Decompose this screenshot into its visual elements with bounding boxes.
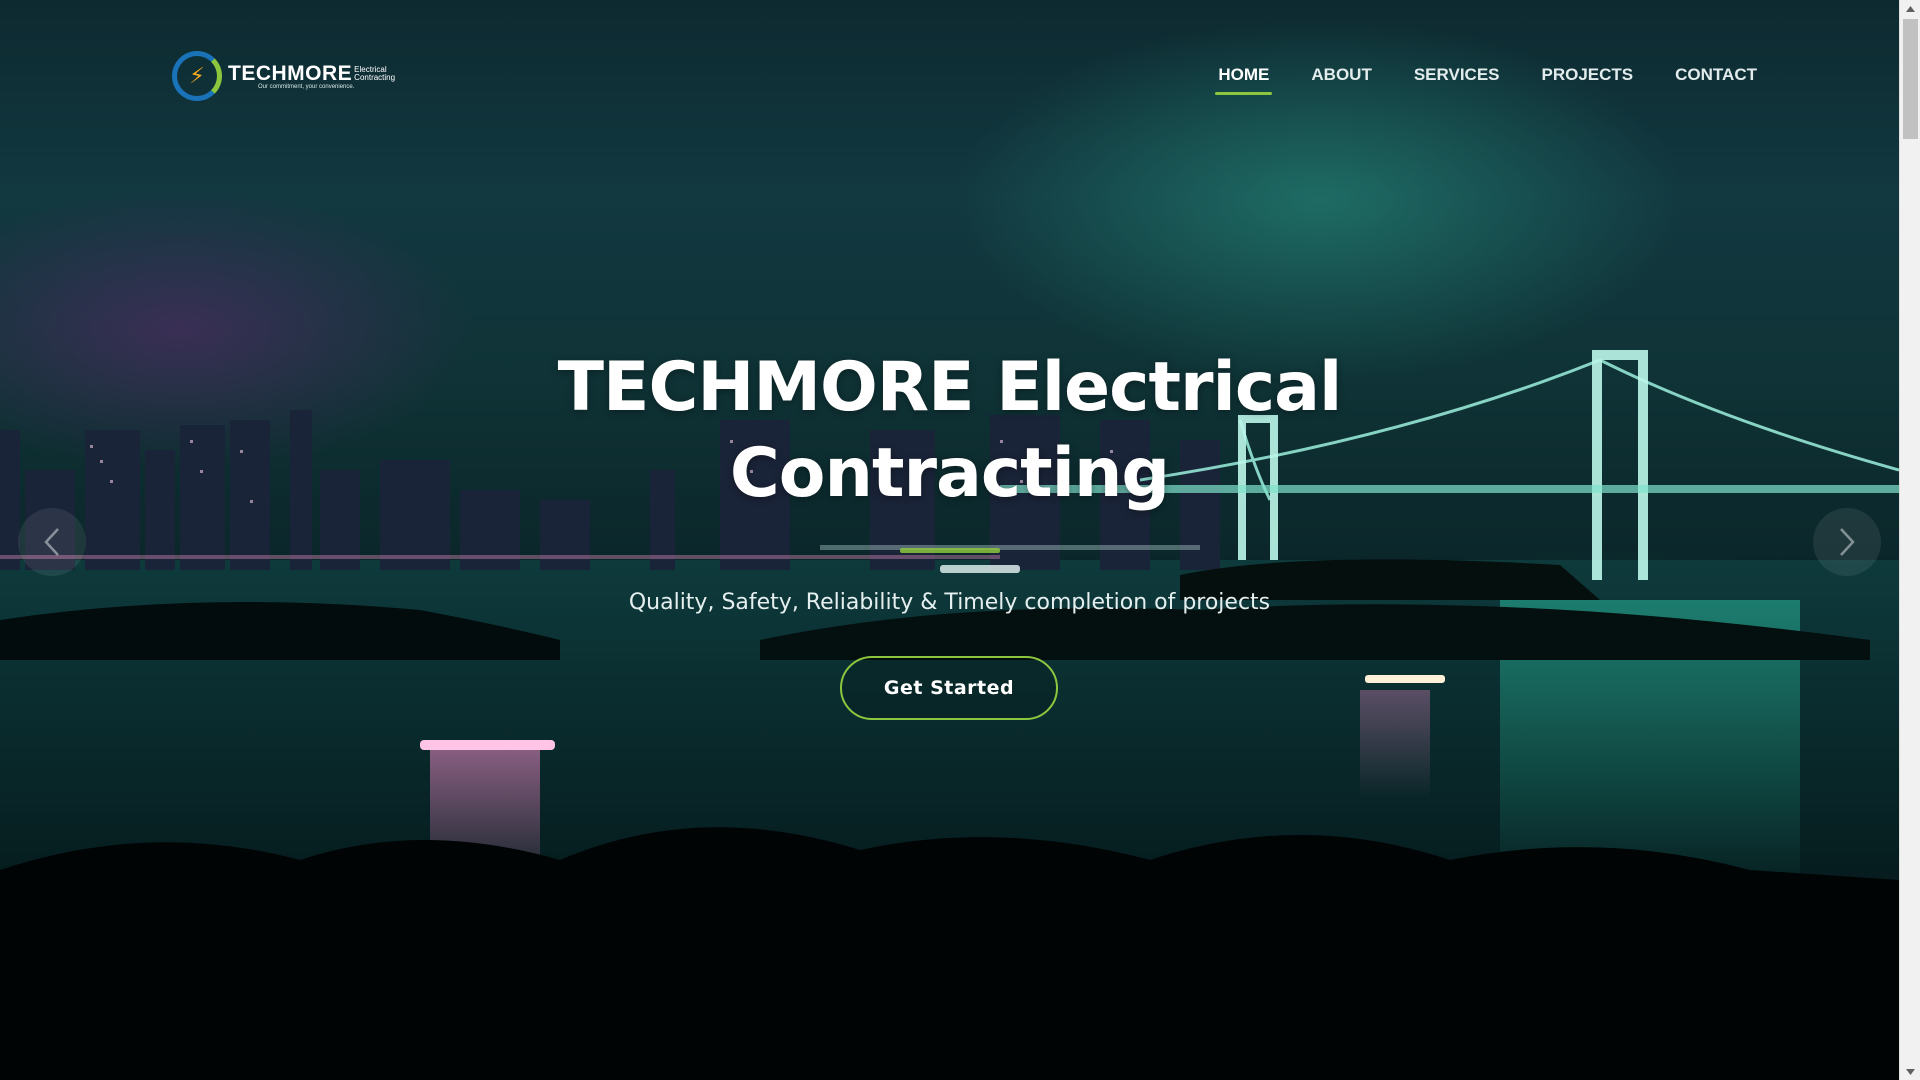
hero-background-image xyxy=(0,350,1899,1080)
get-started-button[interactable]: Get Started xyxy=(840,656,1058,720)
page-viewport: ⚡ TECHMORE Electrical Contracting Our co… xyxy=(0,0,1899,1080)
chevron-left-icon xyxy=(44,528,59,556)
brand-subtitle-line2: Contracting xyxy=(354,73,396,82)
carousel-prev-button[interactable] xyxy=(18,508,86,576)
nav-item-about[interactable]: ABOUT xyxy=(1311,62,1371,95)
site-header: ⚡ TECHMORE Electrical Contracting Our co… xyxy=(0,0,1899,150)
hero-title-line1: TECHMORE Electrical xyxy=(557,348,1343,427)
hero-subtitle: Quality, Safety, Reliability & Timely co… xyxy=(628,590,1271,615)
brand-name: TECHMORE xyxy=(228,62,353,85)
hero-title-line2: Contracting xyxy=(729,434,1170,513)
nav-item-home[interactable]: HOME xyxy=(1215,62,1273,95)
brand-subtitle: Electrical Contracting xyxy=(354,66,395,82)
scroll-down-arrow-icon[interactable] xyxy=(1900,1063,1920,1080)
scrollbar-thumb[interactable] xyxy=(1903,19,1918,139)
brand-tagline: Our commitment, your convenience. xyxy=(258,84,355,90)
nav-item-services[interactable]: SERVICES xyxy=(1414,62,1500,95)
chevron-right-icon xyxy=(1840,528,1855,556)
lightning-bolt-icon: ⚡ xyxy=(172,51,222,101)
scroll-up-arrow-icon[interactable] xyxy=(1900,0,1920,17)
brand-logo[interactable]: ⚡ TECHMORE Electrical Contracting Our co… xyxy=(172,50,395,102)
hero-divider xyxy=(900,548,1000,553)
main-navigation: HOME ABOUT SERVICES PROJECTS CONTACT xyxy=(1176,62,1757,95)
nav-item-contact[interactable]: CONTACT xyxy=(1675,62,1757,95)
brand-wordmark: TECHMORE Electrical Contracting Our comm… xyxy=(228,62,395,90)
carousel-next-button[interactable] xyxy=(1813,508,1881,576)
hero-title: TECHMORE Electrical Contracting xyxy=(0,345,1899,517)
vertical-scrollbar[interactable] xyxy=(1899,0,1920,1080)
nav-item-projects[interactable]: PROJECTS xyxy=(1542,62,1634,95)
